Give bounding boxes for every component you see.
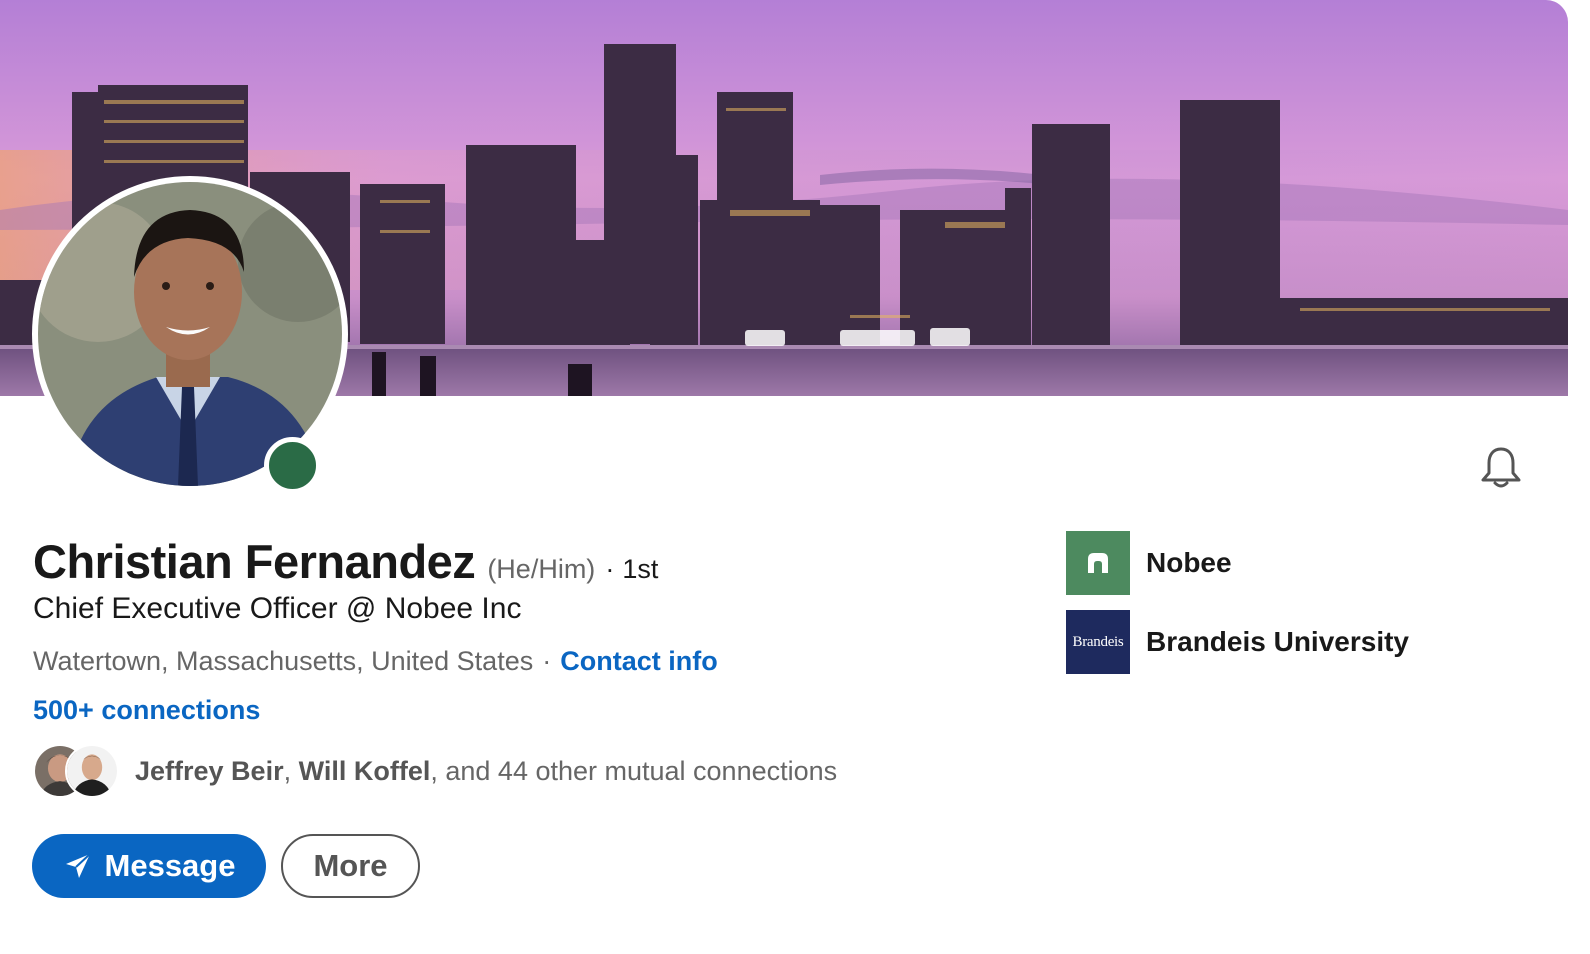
online-status-indicator <box>264 437 321 494</box>
connections-link[interactable]: 500+ connections <box>33 695 260 726</box>
profile-card: Christian Fernandez (He/Him) · 1st Chief… <box>0 0 1590 954</box>
avatar <box>65 744 119 798</box>
mutual-rest: , and 44 other mutual connections <box>430 755 838 786</box>
name-row: Christian Fernandez (He/Him) · 1st <box>33 534 658 589</box>
mutual-connections[interactable]: Jeffrey Beir, Will Koffel, and 44 other … <box>33 743 837 799</box>
school-name: Brandeis University <box>1146 626 1409 657</box>
profile-headline: Chief Executive Officer @ Nobee Inc <box>33 592 522 625</box>
contact-info-link[interactable]: Contact info <box>560 646 717 677</box>
nobee-logo <box>1066 531 1130 595</box>
company-name: Nobee <box>1146 547 1232 578</box>
more-button[interactable]: More <box>281 834 420 898</box>
bell-icon[interactable] <box>1478 444 1524 490</box>
send-icon <box>65 853 91 878</box>
mutual-avatars <box>33 743 121 799</box>
current-company-nobee[interactable]: Nobee <box>1066 531 1232 595</box>
mutual-person-2[interactable]: Will Koffel <box>299 756 431 786</box>
location-separator: · <box>542 646 552 676</box>
degree-separator: · <box>605 554 615 584</box>
pronouns: (He/Him) <box>487 554 596 584</box>
brandeis-logo: Brandeis <box>1066 610 1130 674</box>
mutual-comma: , <box>283 755 292 786</box>
profile-name: Christian Fernandez <box>33 535 476 588</box>
profile-location: Watertown, Massachusetts, United States <box>33 646 534 676</box>
mutual-connections-text: Jeffrey Beir, Will Koffel, and 44 other … <box>135 756 837 787</box>
connection-degree: 1st <box>622 554 659 584</box>
more-button-label: More <box>313 848 388 883</box>
mutual-person-1[interactable]: Jeffrey Beir <box>135 756 284 786</box>
education-brandeis[interactable]: Brandeis Brandeis University <box>1066 610 1409 674</box>
location-row: Watertown, Massachusetts, United States … <box>33 646 718 677</box>
message-button-label: Message <box>104 848 236 883</box>
message-button[interactable]: Message <box>32 834 266 898</box>
